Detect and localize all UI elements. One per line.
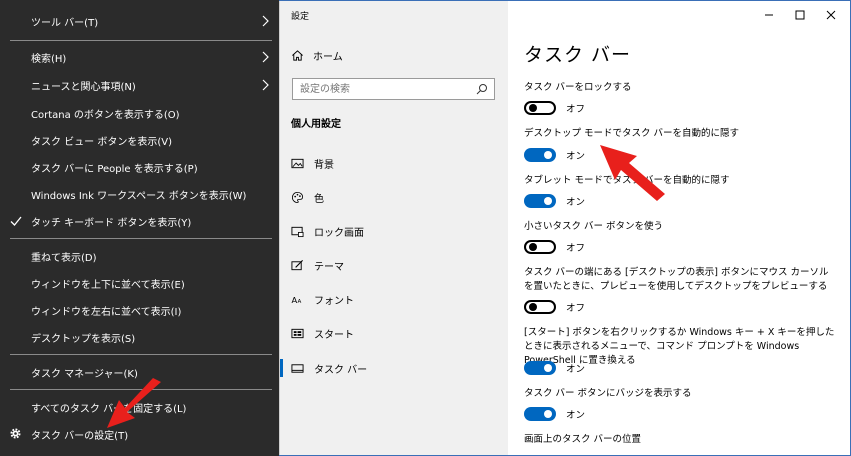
menu-item-search[interactable]: 検索(H) [0,45,279,69]
chevron-right-icon [262,79,269,91]
taskbar-context-menu: ツール バー(T) 検索(H) ニュースと関心事項(N) Cortana のボタ… [0,0,279,456]
nav-item-label: ロック画面 [314,227,364,239]
settings-sidebar: 設定 ホーム 個人用設定 背景 色 ロック画面 テーマ AA フォント [280,0,508,456]
nav-item-label: 色 [314,193,324,205]
nav-item-fonts[interactable]: AA フォント [280,286,508,312]
menu-item-side-by-side[interactable]: ウィンドウを左右に並べて表示(I) [0,298,279,322]
chevron-right-icon [262,15,269,27]
menu-item-label: ツール バー(T) [31,17,99,29]
nav-item-background[interactable]: 背景 [280,150,508,176]
page-title: タスク バー [524,44,632,66]
toggle-state-label: オン [566,151,586,162]
menu-item-label: 重ねて表示(D) [31,252,97,264]
theme-icon [291,259,304,270]
menu-item-label: タッチ キーボード ボタンを表示(Y) [31,217,192,229]
option-label-peek: タスク バーの端にある [デスクトップの表示] ボタンにマウス カーソルを置いた… [524,267,829,292]
toggle-badges[interactable] [524,407,556,421]
toggle-peek[interactable] [524,300,556,314]
toggle-autohide-tablet[interactable] [524,194,556,208]
menu-item-label: Windows Ink ワークスペース ボタンを表示(W) [31,190,247,202]
toggle-autohide-desktop[interactable] [524,148,556,162]
nav-section-title: 個人用設定 [291,119,341,130]
settings-search-box[interactable] [292,78,495,100]
toggle-state-label: オン [566,197,586,208]
nav-home-label: ホーム [313,51,343,63]
nav-item-start[interactable]: スタート [280,320,508,346]
lock-screen-icon [291,226,304,237]
chevron-right-icon [262,51,269,63]
menu-item-label: 検索(H) [31,53,67,65]
home-icon [292,49,303,61]
menu-separator [10,40,272,41]
nav-item-label: スタート [314,329,354,341]
menu-item-windows-ink[interactable]: Windows Ink ワークスペース ボタンを表示(W) [0,182,279,206]
window-title: 設定 [291,12,310,22]
menu-item-cortana-button[interactable]: Cortana のボタンを表示する(O) [0,101,279,125]
menu-item-label: ウィンドウを上下に並べて表示(E) [31,279,185,291]
nav-home[interactable]: ホーム [291,44,343,66]
svg-text:A: A [298,299,302,305]
menu-item-toolbars[interactable]: ツール バー(T) [0,9,279,33]
svg-text:A: A [291,295,297,305]
nav-item-label: タスク バー [314,364,368,376]
search-icon[interactable] [476,83,488,95]
nav-item-colors[interactable]: 色 [280,184,508,210]
menu-item-stack[interactable]: ウィンドウを上下に並べて表示(E) [0,271,279,295]
palette-icon [291,191,304,203]
menu-item-cascade[interactable]: 重ねて表示(D) [0,244,279,268]
picture-icon [291,158,304,168]
nav-item-lock-screen[interactable]: ロック画面 [280,218,508,244]
settings-window: 設定 ホーム 個人用設定 背景 色 ロック画面 テーマ AA フォント [279,0,851,456]
menu-item-label: ニュースと関心事項(N) [31,81,136,93]
toggle-state-label: オフ [566,104,586,115]
menu-item-people[interactable]: タスク バーに People を表示する(P) [0,155,279,179]
option-label-lock-taskbar: タスク バーをロックする [524,82,632,93]
toggle-lock-taskbar[interactable] [524,101,556,115]
nav-item-label: フォント [314,295,354,307]
toggle-state-label: オフ [566,303,586,314]
option-label-small-buttons: 小さいタスク バー ボタンを使う [524,221,664,232]
menu-item-label: デスクトップを表示(S) [31,333,136,345]
gear-icon [10,428,21,439]
nav-item-label: 背景 [314,159,334,171]
font-icon: AA [291,295,302,305]
option-label-autohide-tablet: タブレット モードでタスク バーを自動的に隠す [524,175,730,186]
menu-item-label: タスク バーに People を表示する(P) [31,163,198,175]
taskbar-icon [291,363,304,373]
toggle-state-label: オン [566,410,586,421]
annotation-arrow-icon [107,378,161,428]
settings-content: タスク バー タスク バーをロックする オフ デスクトップ モードでタスク バー… [524,0,844,456]
section-label-taskbar-location: 画面上のタスク バーの位置 [524,434,642,445]
option-label-badges: タスク バー ボタンにバッジを表示する [524,388,692,399]
toggle-state-label: オン [566,364,586,375]
settings-search-input[interactable] [293,79,468,99]
menu-item-task-view-button[interactable]: タスク ビュー ボタンを表示(V) [0,128,279,152]
menu-item-show-desktop[interactable]: デスクトップを表示(S) [0,325,279,349]
toggle-powershell[interactable] [524,361,556,375]
toggle-small-buttons[interactable] [524,240,556,254]
menu-separator [10,354,272,355]
nav-item-label: テーマ [314,261,344,273]
start-icon [291,328,304,338]
nav-item-themes[interactable]: テーマ [280,252,508,278]
toggle-state-label: オフ [566,243,586,254]
menu-item-touch-keyboard[interactable]: タッチ キーボード ボタンを表示(Y) [0,209,279,233]
menu-separator [10,238,272,239]
menu-item-label: タスク ビュー ボタンを表示(V) [31,136,173,148]
menu-item-label: Cortana のボタンを表示する(O) [31,109,180,121]
menu-item-news-interests[interactable]: ニュースと関心事項(N) [0,73,279,97]
annotation-arrow-icon [600,145,665,201]
option-label-autohide-desktop: デスクトップ モードでタスク バーを自動的に隠す [524,128,740,139]
menu-item-label: ウィンドウを左右に並べて表示(I) [31,306,182,318]
nav-item-taskbar[interactable]: タスク バー [280,355,508,381]
checkmark-icon [10,216,22,226]
